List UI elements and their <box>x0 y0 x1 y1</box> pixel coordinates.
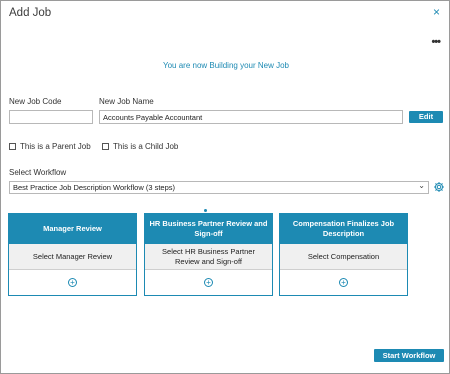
more-options-icon[interactable]: ••• <box>431 37 441 48</box>
add-circle-icon[interactable]: + <box>204 278 213 287</box>
step-indicator-dot <box>204 209 207 212</box>
child-job-checkbox[interactable]: This is a Child Job <box>102 142 178 151</box>
workflow-step-card: Manager Review Select Manager Review + <box>8 213 137 296</box>
workflow-step-card: Compensation Finalizes Job Description S… <box>279 213 408 296</box>
step-title: Manager Review <box>9 214 136 244</box>
add-circle-icon[interactable]: + <box>339 278 348 287</box>
job-code-field[interactable] <box>9 110 93 124</box>
add-job-dialog: Add Job × ••• You are now Building your … <box>0 0 450 374</box>
child-job-label: This is a Child Job <box>113 142 179 151</box>
step-select-button[interactable]: Select Compensation <box>280 244 407 270</box>
step-title: Compensation Finalizes Job Description <box>280 214 407 244</box>
step-select-button[interactable]: Select Manager Review <box>9 244 136 270</box>
gear-icon[interactable] <box>433 181 445 193</box>
job-name-field[interactable]: Accounts Payable Accountant <box>99 110 403 124</box>
step-title: HR Business Partner Review and Sign-off <box>145 214 272 244</box>
parent-job-checkbox[interactable]: This is a Parent Job <box>9 142 91 151</box>
checkbox-box[interactable] <box>102 143 109 150</box>
parent-job-label: This is a Parent Job <box>20 142 91 151</box>
dialog-title: Add Job <box>9 7 52 19</box>
edit-button[interactable]: Edit <box>409 111 443 123</box>
job-code-label: New Job Code <box>9 97 62 106</box>
start-workflow-button[interactable]: Start Workflow <box>374 349 444 362</box>
status-banner: You are now Building your New Job <box>162 61 289 70</box>
chevron-down-icon: ⌄ <box>418 181 425 190</box>
job-name-label: New Job Name <box>99 97 154 106</box>
close-icon[interactable]: × <box>433 6 440 18</box>
workflow-select[interactable]: Best Practice Job Description Workflow (… <box>9 181 429 194</box>
workflow-label: Select Workflow <box>9 168 67 177</box>
workflow-selected-value: Best Practice Job Description Workflow (… <box>13 183 176 192</box>
add-circle-icon[interactable]: + <box>68 278 77 287</box>
workflow-step-card: HR Business Partner Review and Sign-off … <box>144 213 273 296</box>
step-select-button[interactable]: Select HR Business Partner Review and Si… <box>145 244 272 270</box>
checkbox-box[interactable] <box>9 143 16 150</box>
